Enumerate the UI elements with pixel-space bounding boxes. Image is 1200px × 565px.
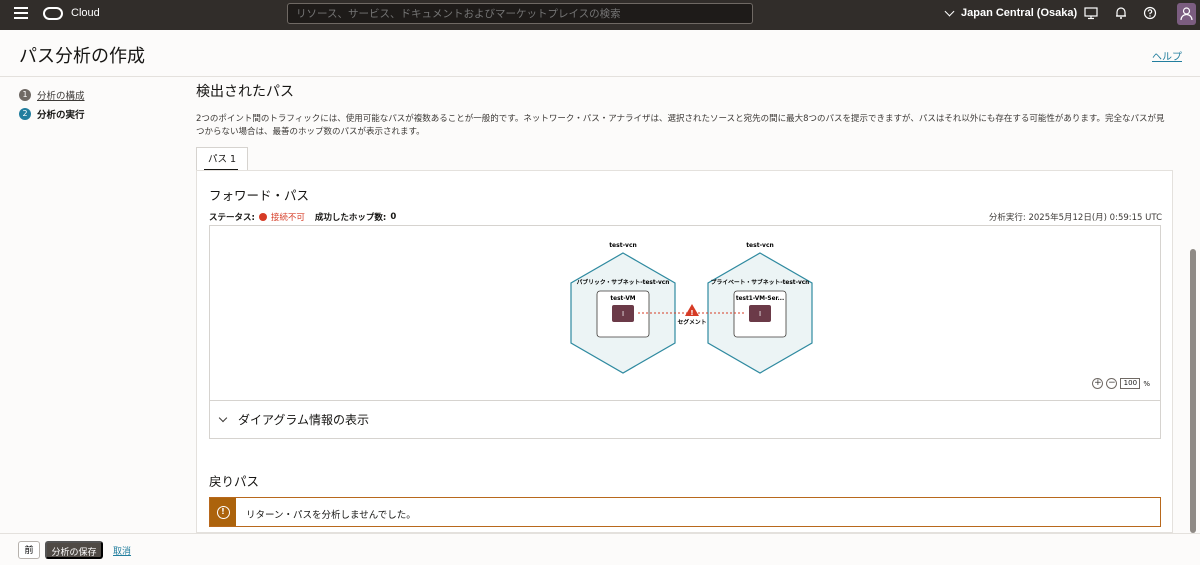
diagram-info-label: ダイアグラム情報の表示 [238, 413, 370, 427]
tab-path-1[interactable]: パス 1 [196, 147, 248, 171]
section-title: 検出されたパス [196, 84, 294, 100]
step-number: 1 [19, 89, 31, 101]
main-content: 検出されたパス 2つのポイント間のトラフィックには、使用可能なパスが複数あること… [196, 77, 1176, 533]
brand-label[interactable]: Cloud [71, 7, 100, 19]
compute-instance-glyph: I [759, 310, 761, 318]
chevron-down-icon [944, 6, 955, 16]
zoom-unit: % [1143, 379, 1150, 388]
save-analysis-button[interactable]: 分析の保存 [45, 541, 103, 559]
warning-icon: ! [210, 498, 236, 526]
alert-message: リターン・パスを分析しませんでした。 [246, 510, 416, 521]
scrollbar[interactable] [1190, 77, 1196, 533]
segment-label: セグメント [678, 318, 707, 326]
oracle-logo-icon[interactable] [43, 7, 63, 20]
vcn-label-right: test-vcn [746, 242, 774, 249]
cancel-link[interactable]: 取消 [113, 544, 131, 557]
zoom-input[interactable]: 100 [1120, 378, 1141, 389]
bell-icon[interactable] [1113, 6, 1129, 22]
step-run: 2 分析の実行 [19, 107, 85, 121]
scroll-thumb[interactable] [1190, 249, 1196, 533]
footer-bar: 前 分析の保存 取消 [0, 533, 1200, 565]
top-bar: Cloud Japan Central (Osaka) [0, 0, 1200, 30]
path-panel: フォワード・パス ステータス: 接続不可 成功したホップ数: 0 分析実行: 2… [196, 170, 1173, 533]
topology-diagram[interactable]: test-vcn test-vcn パブリック・サブネット-test-vcn プ… [209, 225, 1161, 401]
compute-instance-glyph: I [622, 310, 624, 318]
step-label: 分析の実行 [37, 110, 85, 121]
page-header: パス分析の作成 ヘルプ [0, 30, 1200, 77]
chevron-down-icon [218, 413, 228, 422]
analysis-timestamp: 分析実行: 2025年5月12日(月) 0:59:15 UTC [988, 213, 1162, 223]
zoom-controls: + − 100 % [1092, 378, 1150, 389]
menu-icon[interactable] [14, 7, 28, 21]
diagram-info-toggle[interactable]: ダイアグラム情報の表示 [209, 401, 1161, 439]
region-label: Japan Central (Osaka) [961, 7, 1078, 19]
step-configure[interactable]: 1 分析の構成 [19, 88, 85, 102]
help-link[interactable]: ヘルプ [1152, 48, 1182, 63]
error-dot-icon [258, 213, 267, 221]
topology-canvas[interactable]: test-vcn test-vcn パブリック・サブネット-test-vcn プ… [210, 226, 1160, 400]
section-description: 2つのポイント間のトラフィックには、使用可能なパスが複数あることが一般的です。ネ… [196, 114, 1165, 137]
forward-path-title: フォワード・パス [209, 188, 310, 203]
avatar[interactable] [1177, 3, 1196, 25]
page-title: パス分析の作成 [19, 46, 145, 67]
subnet-label-left: パブリック・サブネット-test-vcn [577, 278, 670, 286]
region-selector[interactable]: Japan Central (Osaka) [944, 6, 1078, 19]
subnet-label-right: プライベート・サブネット-test-vcn [711, 278, 810, 286]
zoom-out-icon[interactable]: − [1106, 378, 1118, 389]
warning-glyph: ! [216, 505, 230, 519]
status-line: ステータス: 接続不可 成功したホップ数: 0 [209, 211, 396, 223]
search-input[interactable] [287, 3, 753, 24]
warning-glyph: ! [690, 309, 693, 317]
help-icon[interactable] [1142, 6, 1158, 22]
return-path-title: 戻りパス [209, 474, 260, 489]
hops-label: 成功したホップ数: [314, 213, 387, 223]
vcn-label-left: test-vcn [609, 242, 637, 249]
status-label: ステータス: [209, 213, 255, 223]
cloud-shell-icon[interactable] [1083, 6, 1099, 22]
previous-button[interactable]: 前 [18, 541, 40, 559]
wizard-steps: 1 分析の構成 2 分析の実行 [19, 88, 85, 126]
zoom-in-icon[interactable]: + [1092, 378, 1104, 389]
step-label: 分析の構成 [37, 91, 85, 102]
step-number: 2 [19, 108, 31, 120]
return-path-alert: ! リターン・パスを分析しませんでした。 [209, 497, 1161, 527]
status-value: 接続不可 [270, 213, 305, 223]
instance-label-right: test1-VM-Ser... [736, 296, 784, 302]
hops-value: 0 [390, 212, 397, 222]
instance-label-left: test-VM [610, 296, 635, 302]
